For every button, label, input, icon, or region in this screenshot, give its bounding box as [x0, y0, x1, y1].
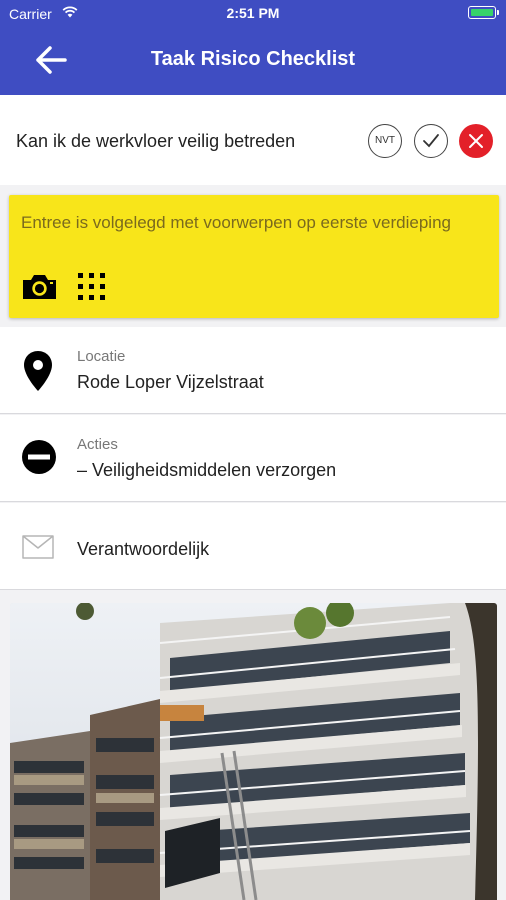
actions-row[interactable]: Acties – Veiligheidsmiddelen verzorgen: [0, 415, 506, 502]
camera-icon[interactable]: [21, 273, 58, 306]
confirm-button[interactable]: [414, 124, 448, 158]
location-pin-icon: [22, 349, 54, 398]
location-value: Rode Loper Vijzelstraat: [77, 372, 264, 392]
minus-circle-icon: [22, 440, 56, 479]
question-text: Kan ik de werkvloer veilig betreden: [16, 131, 296, 151]
actions-label: Acties: [77, 436, 118, 453]
building-photo-image: [10, 603, 497, 900]
envelope-icon: [22, 535, 54, 564]
location-label: Locatie: [77, 348, 126, 365]
status-bar: Carrier 2:51 PM: [0, 0, 506, 26]
location-row[interactable]: Locatie Rode Loper Vijzelstraat: [0, 327, 506, 414]
status-time: 2:51 PM: [226, 5, 280, 21]
check-icon: [423, 134, 439, 148]
close-icon: [469, 134, 483, 148]
nvt-button[interactable]: NVT: [368, 124, 402, 158]
remark-text: Entree is volgelegd met voorwerpen op ee…: [21, 213, 451, 232]
remark-card[interactable]: Entree is volgelegd met voorwerpen op ee…: [9, 195, 499, 318]
page-title: Taak Risico Checklist: [150, 48, 356, 70]
reject-button[interactable]: [459, 124, 493, 158]
actions-value: – Veiligheidsmiddelen verzorgen: [77, 460, 337, 480]
location-photo[interactable]: [10, 603, 497, 900]
nav-header: Carrier 2:51 PM Taak Risico Checklist: [0, 0, 506, 95]
battery-icon: [468, 6, 499, 19]
responsible-row[interactable]: Verantwoordelijk: [0, 503, 506, 590]
responsible-label: Verantwoordelijk: [77, 539, 210, 559]
grid-icon[interactable]: [78, 273, 106, 306]
